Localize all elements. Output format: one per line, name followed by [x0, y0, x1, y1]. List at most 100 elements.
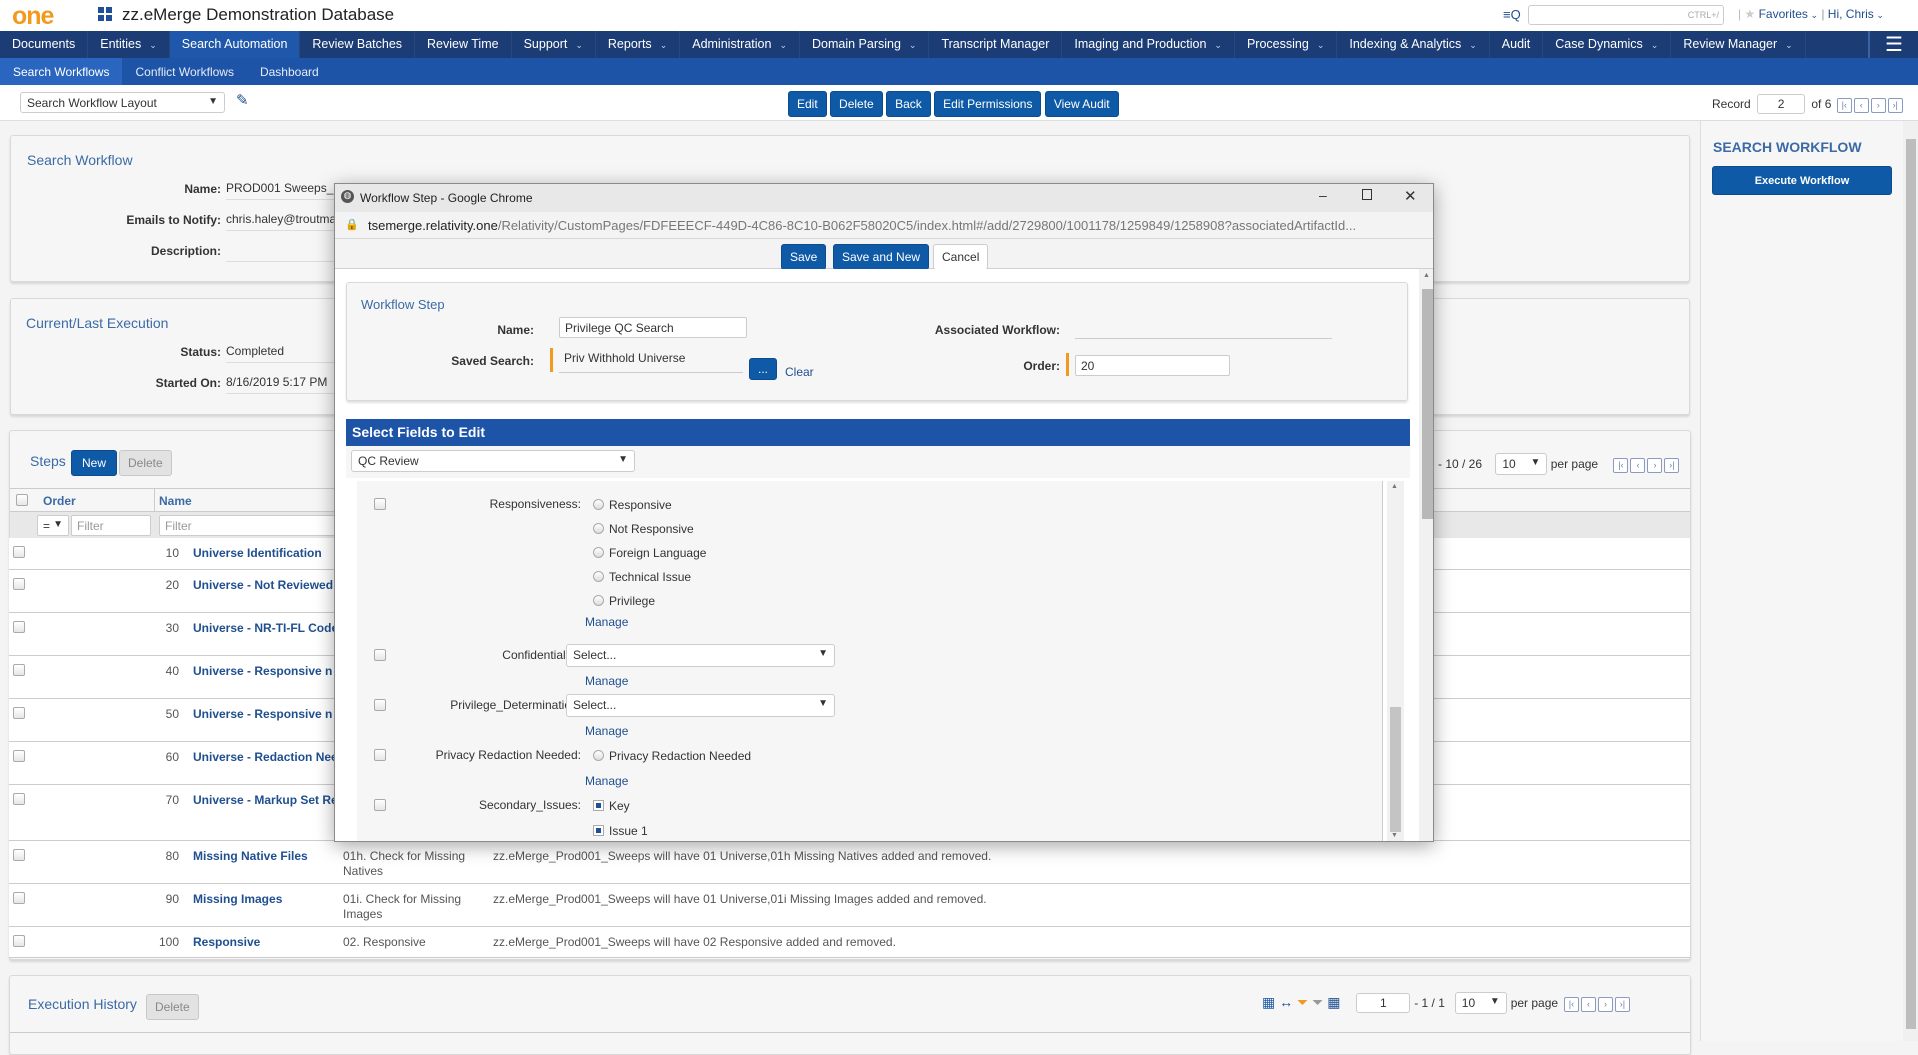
- filter-icon[interactable]: ⏷: [1297, 994, 1308, 1010]
- radio-button[interactable]: [593, 499, 604, 510]
- radio-button[interactable]: [593, 571, 604, 582]
- nav-administration[interactable]: Administration ⌄: [680, 31, 800, 58]
- col-name[interactable]: Name: [159, 494, 192, 508]
- page-scrollbar[interactable]: [1903, 121, 1918, 1041]
- responsiveness-option[interactable]: Foreign Language: [593, 546, 706, 560]
- next-page-icon[interactable]: ›: [1597, 997, 1613, 1012]
- nav-processing[interactable]: Processing ⌄: [1235, 31, 1338, 58]
- next-page-icon[interactable]: ›: [1647, 458, 1663, 473]
- last-page-icon[interactable]: ›|: [1664, 458, 1680, 473]
- first-page-icon[interactable]: |‹: [1563, 997, 1579, 1012]
- field-layout-select[interactable]: QC Review ▼: [351, 450, 635, 472]
- save-button[interactable]: Save: [781, 244, 827, 270]
- nav-review-manager[interactable]: Review Manager ⌄: [1671, 31, 1806, 58]
- nav-support[interactable]: Support ⌄: [512, 31, 596, 58]
- per-page-select[interactable]: 10 ▼: [1454, 992, 1507, 1014]
- privacy-redaction-option[interactable]: Privacy Redaction Needed: [593, 749, 751, 763]
- nav-review-time[interactable]: Review Time: [415, 31, 512, 58]
- delete-button[interactable]: Delete: [830, 91, 883, 117]
- responsiveness-option[interactable]: Responsive: [593, 498, 672, 512]
- edit-button[interactable]: Edit: [788, 91, 827, 117]
- nav-domain-parsing[interactable]: Domain Parsing ⌄: [800, 31, 930, 58]
- nav-search-automation[interactable]: Search Automation: [169, 31, 301, 58]
- nav-entities[interactable]: Entities ⌄: [88, 31, 170, 58]
- edit-permissions-button[interactable]: Edit Permissions: [934, 91, 1042, 117]
- dialog-scrollbar[interactable]: ▲: [1419, 269, 1433, 841]
- manage-link[interactable]: Manage: [585, 674, 628, 688]
- columns-grid-icon[interactable]: ▦: [1327, 994, 1340, 1010]
- secondary-option-key[interactable]: Key: [593, 799, 630, 813]
- new-step-button[interactable]: New: [71, 450, 118, 476]
- checkbox-checked[interactable]: [593, 800, 604, 811]
- step-name-link[interactable]: Universe - NR-TI-FL Code: [193, 621, 338, 635]
- radio-button[interactable]: [593, 750, 604, 761]
- tab-conflict-workflows[interactable]: Conflict Workflows: [122, 58, 246, 85]
- first-page-icon[interactable]: |‹: [1613, 458, 1629, 473]
- responsiveness-option[interactable]: Privilege: [593, 594, 655, 608]
- execute-workflow-button[interactable]: Execute Workflow: [1712, 166, 1892, 195]
- nav-case-dynamics[interactable]: Case Dynamics ⌄: [1543, 31, 1672, 58]
- layout-select[interactable]: Search Workflow Layout ▼: [20, 92, 225, 113]
- filter-operator[interactable]: = ▼: [37, 515, 69, 536]
- star-icon[interactable]: ★: [1744, 7, 1755, 21]
- prev-page-icon[interactable]: ‹: [1580, 997, 1596, 1012]
- close-icon[interactable]: ✕: [1404, 187, 1417, 205]
- manage-link[interactable]: Manage: [585, 724, 628, 738]
- save-and-new-button[interactable]: Save and New: [833, 244, 930, 270]
- nav-indexing-analytics[interactable]: Indexing & Analytics ⌄: [1337, 31, 1490, 58]
- secondary-option-issue-1[interactable]: Issue 1: [593, 824, 648, 838]
- resize-columns-icon[interactable]: ↔: [1279, 994, 1293, 1010]
- responsiveness-option[interactable]: Not Responsive: [593, 522, 694, 536]
- step-name-link[interactable]: Missing Native Files: [193, 849, 308, 863]
- fields-scrollbar[interactable]: ▲ ▼: [1387, 481, 1404, 841]
- radio-button[interactable]: [593, 595, 604, 606]
- scroll-up-icon[interactable]: ▲: [1391, 483, 1398, 490]
- nav-imaging-and-production[interactable]: Imaging and Production ⌄: [1062, 31, 1235, 58]
- last-record-icon[interactable]: ›|: [1887, 98, 1903, 113]
- dialog-title-bar[interactable]: ◍ Workflow Step - Google Chrome – ✕: [335, 184, 1433, 212]
- view-audit-button[interactable]: View Audit: [1044, 91, 1119, 117]
- step-name-input[interactable]: Privilege QC Search: [559, 317, 747, 338]
- page-input[interactable]: 1: [1356, 993, 1411, 1013]
- apps-grid-icon[interactable]: [98, 7, 112, 21]
- workspace-name[interactable]: zz.eMerge Demonstration Database: [122, 5, 394, 25]
- pencil-icon[interactable]: ✎: [236, 91, 249, 109]
- radio-button[interactable]: [593, 547, 604, 558]
- step-name-link[interactable]: Responsive: [193, 935, 260, 949]
- delete-step-button[interactable]: Delete: [119, 450, 172, 476]
- select-all-checkbox[interactable]: [16, 494, 28, 506]
- tab-search-workflows[interactable]: Search Workflows: [0, 58, 123, 85]
- delete-history-button[interactable]: Delete: [146, 994, 199, 1020]
- radio-button[interactable]: [593, 523, 604, 534]
- nav-transcript-manager[interactable]: Transcript Manager: [929, 31, 1063, 58]
- nav-reports[interactable]: Reports ⌄: [596, 31, 681, 58]
- maximize-icon[interactable]: [1362, 189, 1372, 200]
- prev-page-icon[interactable]: ‹: [1630, 458, 1646, 473]
- per-page-select[interactable]: 10 ▼: [1495, 453, 1548, 475]
- step-name-link[interactable]: Universe - Not Reviewed: [193, 578, 333, 592]
- browse-saved-search-button[interactable]: ...: [749, 358, 778, 380]
- first-record-icon[interactable]: |‹: [1836, 98, 1852, 113]
- relativity-one-logo[interactable]: one: [12, 2, 54, 31]
- last-page-icon[interactable]: ›|: [1614, 997, 1630, 1012]
- manage-link[interactable]: Manage: [585, 615, 628, 629]
- step-name-link[interactable]: Universe - Responsive n: [193, 707, 332, 721]
- clear-link[interactable]: Clear: [785, 365, 814, 379]
- clear-filter-icon[interactable]: ⏷: [1312, 994, 1323, 1010]
- checkbox-checked[interactable]: [593, 825, 604, 836]
- global-search-input[interactable]: CTRL+/: [1528, 5, 1724, 25]
- minimize-icon[interactable]: –: [1319, 187, 1327, 203]
- nav-documents[interactable]: Documents: [0, 31, 89, 58]
- step-name-link[interactable]: Universe - Responsive n: [193, 664, 332, 678]
- step-name-link[interactable]: Universe - Redaction Nee: [193, 750, 338, 764]
- url-bar[interactable]: 🔒 tsemerge.relativity.one/Relativity/Cus…: [335, 212, 1433, 239]
- order-input[interactable]: 20: [1075, 355, 1230, 376]
- excel-export-icon[interactable]: ▦: [1262, 994, 1275, 1010]
- prev-record-icon[interactable]: ‹: [1853, 98, 1869, 113]
- nav-audit[interactable]: Audit: [1490, 31, 1544, 58]
- col-order[interactable]: Order: [43, 494, 76, 508]
- order-filter-input[interactable]: Filter: [71, 515, 151, 536]
- confidentiality-select[interactable]: Select... ▼: [566, 644, 835, 667]
- cancel-button[interactable]: Cancel: [933, 244, 989, 270]
- scroll-down-icon[interactable]: ▼: [1391, 832, 1398, 839]
